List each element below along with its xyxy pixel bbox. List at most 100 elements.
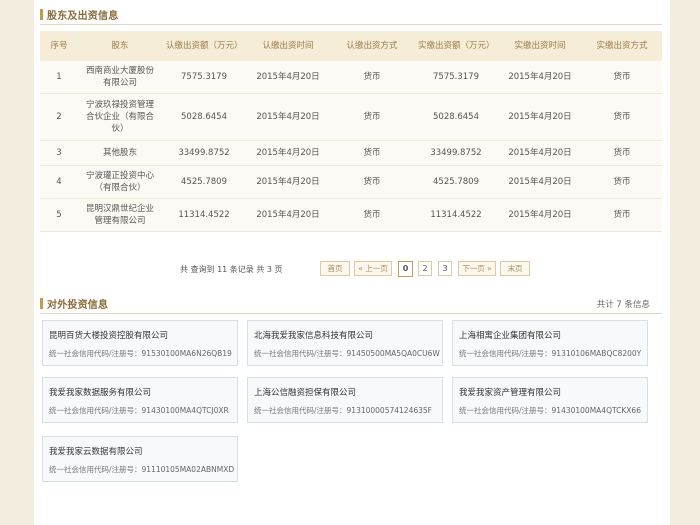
table-row: 5 昆明汉鼎世纪企业管理有限公司 11314.4522 2015年4月20日 货…	[40, 198, 662, 232]
credit-code-value: 91310106MABQC8200Y	[551, 349, 642, 358]
company-name[interactable]: 上海公信融资担保有限公司	[254, 386, 356, 398]
investments-section-header: 对外投资信息	[40, 294, 108, 312]
column-header-paid-method: 实缴出资方式	[582, 31, 662, 61]
shareholders-section-header: 股东及出资信息	[40, 5, 118, 23]
cell-sub-amount: 11314.4522	[162, 198, 246, 232]
credit-code-label: 统一社会信用代码/注册号：	[254, 406, 347, 415]
credit-code-line: 统一社会信用代码/注册号：91110105MA02ABNMXD	[49, 464, 234, 475]
investment-card[interactable]: 上海公信融资担保有限公司 统一社会信用代码/注册号：91310000574124…	[247, 377, 443, 423]
company-name[interactable]: 我爱我家云数据有限公司	[49, 445, 143, 457]
cell-paid-amount: 11314.4522	[414, 198, 498, 232]
credit-code-line: 统一社会信用代码/注册号：91450500MA5QA0CU6W	[254, 348, 440, 359]
cell-paid-date: 2015年4月20日	[498, 165, 582, 199]
credit-code-label: 统一社会信用代码/注册号：	[49, 349, 142, 358]
cell-paid-date: 2015年4月20日	[498, 198, 582, 232]
column-header-no: 序号	[40, 31, 78, 61]
cell-sub-amount: 5028.6454	[162, 93, 246, 141]
cell-sub-method: 货币	[330, 198, 414, 232]
credit-code-line: 统一社会信用代码/注册号：91430100MA4QTCJ0XR	[49, 405, 229, 416]
cell-paid-date: 2015年4月20日	[498, 61, 582, 94]
table-row: 3 其他股东 33499.8752 2015年4月20日 货币 33499.87…	[40, 140, 662, 166]
investment-card[interactable]: 北海我爱我家信息科技有限公司 统一社会信用代码/注册号：91450500MA5Q…	[247, 320, 443, 366]
investment-card[interactable]: 我爱我家云数据有限公司 统一社会信用代码/注册号：91110105MA02ABN…	[42, 436, 238, 482]
cell-paid-amount: 33499.8752	[414, 140, 498, 166]
table-row: 2 宁波玖禄投资管理合伙企业（有限合伙） 5028.6454 2015年4月20…	[40, 93, 662, 141]
credit-code-value: 91430100MA4QTCKX66	[551, 406, 641, 415]
company-name[interactable]: 我爱我家数据服务有限公司	[49, 386, 151, 398]
cell-sub-date: 2015年4月20日	[246, 93, 330, 141]
prev-page-button[interactable]: « 上一页	[354, 261, 392, 276]
next-page-button[interactable]: 下一页 »	[458, 261, 496, 276]
table-row: 4 宁波瓘正投资中心（有限合伙） 4525.7809 2015年4月20日 货币…	[40, 165, 662, 199]
cell-paid-amount: 5028.6454	[414, 93, 498, 141]
cell-paid-date: 2015年4月20日	[498, 93, 582, 141]
credit-code-value: 91530100MA6N26QB19	[141, 349, 232, 358]
section-divider	[40, 313, 662, 314]
cell-shareholder: 宁波瓘正投资中心（有限合伙）	[78, 165, 162, 199]
cell-paid-method: 货币	[582, 61, 662, 94]
table-row: 1 西南商业大厦股份有限公司 7575.3179 2015年4月20日 货币 7…	[40, 61, 662, 94]
column-header-paid-date: 实缴出资时间	[498, 31, 582, 61]
cell-sub-amount: 7575.3179	[162, 61, 246, 94]
cell-sub-date: 2015年4月20日	[246, 61, 330, 94]
table-header-row: 序号 股东 认缴出资额（万元） 认缴出资时间 认缴出资方式 实缴出资额（万元） …	[40, 31, 662, 61]
cell-sub-amount: 4525.7809	[162, 165, 246, 199]
cell-shareholder: 昆明汉鼎世纪企业管理有限公司	[78, 198, 162, 232]
column-header-paid-amount: 实缴出资额（万元）	[414, 31, 498, 61]
cell-sub-date: 2015年4月20日	[246, 140, 330, 166]
cell-sub-amount: 33499.8752	[162, 140, 246, 166]
investments-section-title: 对外投资信息	[47, 299, 109, 311]
cell-sub-method: 货币	[330, 140, 414, 166]
credit-code-line: 统一社会信用代码/注册号：913100005741246​35F	[254, 405, 432, 416]
investment-card[interactable]: 上海相寓企业集团有限公司 统一社会信用代码/注册号：91310106MABQC8…	[452, 320, 648, 366]
credit-code-value: 91110105MA02ABNMXD	[141, 465, 235, 474]
company-name[interactable]: 昆明百货大楼投资控股有限公司	[49, 329, 168, 341]
credit-code-label: 统一社会信用代码/注册号：	[49, 406, 142, 415]
column-header-sub-date: 认缴出资时间	[246, 31, 330, 61]
cell-paid-date: 2015年4月20日	[498, 140, 582, 166]
investment-card[interactable]: 昆明百货大楼投资控股有限公司 统一社会信用代码/注册号：91530100MA6N…	[42, 320, 238, 366]
last-page-button[interactable]: 末页	[500, 261, 530, 276]
page-button-current[interactable]: 0	[398, 261, 413, 277]
credit-code-line: 统一社会信用代码/注册号：91430100MA4QTCKX66	[459, 405, 641, 416]
page-button-2[interactable]: 2	[418, 261, 432, 276]
credit-code-line: 统一社会信用代码/注册号：91310106MABQC8200Y	[459, 348, 641, 359]
cell-shareholder: 宁波玖禄投资管理合伙企业（有限合伙）	[78, 93, 162, 141]
company-name[interactable]: 北海我爱我家信息科技有限公司	[254, 329, 373, 341]
section-marker	[40, 297, 43, 309]
investment-card[interactable]: 我爱我家资产管理有限公司 统一社会信用代码/注册号：91430100MA4QTC…	[452, 377, 648, 423]
cell-sub-method: 货币	[330, 61, 414, 94]
page-button-3[interactable]: 3	[438, 261, 452, 276]
cell-paid-method: 货币	[582, 140, 662, 166]
credit-code-value: 91450500MA5QA0CU6W	[346, 349, 440, 358]
cell-no: 2	[40, 93, 78, 141]
cell-sub-date: 2015年4月20日	[246, 165, 330, 199]
pagination: 共 查询到 11 条记录 共 3 页 首页 « 上一页 0 2 3 下一页 » …	[40, 261, 662, 277]
cell-no: 3	[40, 140, 78, 166]
credit-code-line: 统一社会信用代码/注册号：91530100MA6N26QB19	[49, 348, 232, 359]
cell-sub-date: 2015年4月20日	[246, 198, 330, 232]
investment-card[interactable]: 我爱我家数据服务有限公司 统一社会信用代码/注册号：91430100MA4QTC…	[42, 377, 238, 423]
cell-no: 1	[40, 61, 78, 94]
credit-code-label: 统一社会信用代码/注册号：	[459, 349, 552, 358]
column-header-sub-amount: 认缴出资额（万元）	[162, 31, 246, 61]
credit-code-label: 统一社会信用代码/注册号：	[254, 349, 347, 358]
cell-no: 5	[40, 198, 78, 232]
company-name[interactable]: 我爱我家资产管理有限公司	[459, 386, 561, 398]
cell-paid-method: 货币	[582, 93, 662, 141]
credit-code-value: 91430100MA4QTCJ0XR	[141, 406, 229, 415]
column-header-shareholder: 股东	[78, 31, 162, 61]
credit-code-label: 统一社会信用代码/注册号：	[459, 406, 552, 415]
column-header-sub-method: 认缴出资方式	[330, 31, 414, 61]
shareholders-section-title: 股东及出资信息	[47, 10, 119, 22]
cell-paid-amount: 7575.3179	[414, 61, 498, 94]
company-name[interactable]: 上海相寓企业集团有限公司	[459, 329, 561, 341]
cell-sub-method: 货币	[330, 165, 414, 199]
cell-sub-method: 货币	[330, 93, 414, 141]
section-marker	[40, 8, 43, 20]
first-page-button[interactable]: 首页	[320, 261, 350, 276]
investments-total-count: 共计 7 条信息	[596, 300, 650, 310]
credit-code-label: 统一社会信用代码/注册号：	[49, 465, 142, 474]
cell-paid-method: 货币	[582, 198, 662, 232]
cell-shareholder: 其他股东	[78, 140, 162, 166]
